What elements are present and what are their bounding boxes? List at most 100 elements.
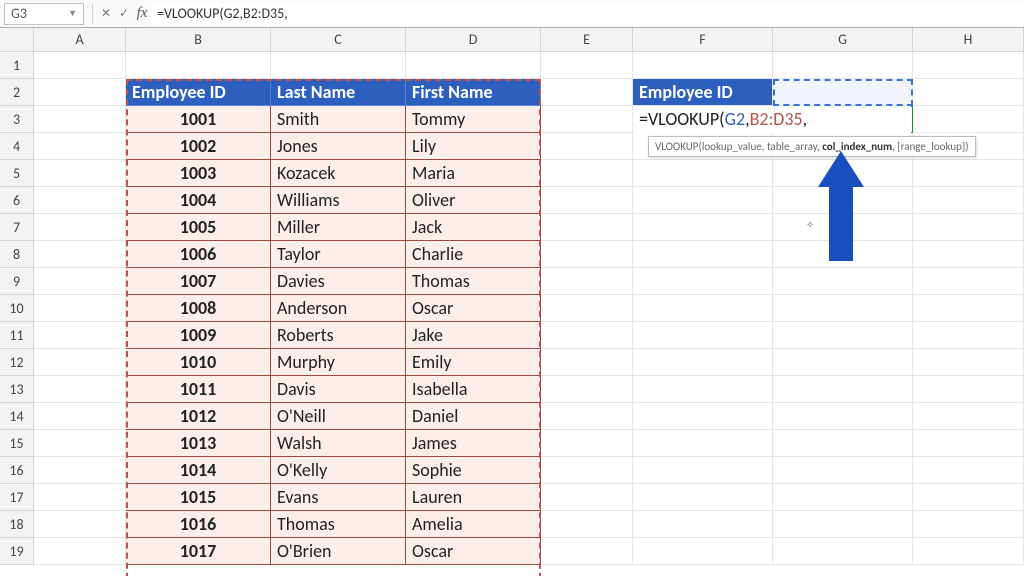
cell[interactable]: Roberts	[271, 322, 406, 349]
cell[interactable]	[34, 295, 126, 322]
cell[interactable]: James	[406, 430, 541, 457]
cell[interactable]: 1007	[126, 268, 271, 295]
cell[interactable]: Thomas	[271, 511, 406, 538]
cell[interactable]	[34, 322, 126, 349]
cell[interactable]	[541, 511, 633, 538]
cell[interactable]	[34, 484, 126, 511]
cell[interactable]	[913, 349, 1024, 376]
cell[interactable]	[913, 214, 1024, 241]
cell[interactable]	[541, 268, 633, 295]
cell[interactable]	[541, 241, 633, 268]
cell[interactable]	[34, 268, 126, 295]
col-header-g[interactable]: G	[773, 28, 913, 52]
cell[interactable]	[913, 106, 1024, 133]
cell[interactable]	[541, 295, 633, 322]
fx-icon[interactable]: fx	[133, 5, 151, 22]
cell[interactable]	[406, 52, 541, 79]
cell[interactable]	[773, 268, 913, 295]
cell[interactable]	[541, 160, 633, 187]
cell[interactable]	[633, 457, 773, 484]
cell[interactable]	[541, 187, 633, 214]
cell[interactable]: Miller	[271, 214, 406, 241]
row-header[interactable]: 1	[0, 52, 34, 79]
col-header-c[interactable]: C	[271, 28, 406, 52]
cell[interactable]: 1011	[126, 376, 271, 403]
cell[interactable]: Taylor	[271, 241, 406, 268]
cell[interactable]	[633, 403, 773, 430]
cell[interactable]	[633, 187, 773, 214]
cell[interactable]: 1002	[126, 133, 271, 160]
row-header[interactable]: 13	[0, 376, 34, 403]
cell[interactable]	[913, 295, 1024, 322]
cancel-icon[interactable]: ✕	[97, 6, 115, 21]
worksheet[interactable]: A B C D E F G H 12Employee IDLast NameFi…	[0, 28, 1024, 565]
cell[interactable]	[541, 106, 633, 133]
cell[interactable]	[633, 52, 773, 79]
cell[interactable]	[633, 214, 773, 241]
cell[interactable]: 1004	[126, 187, 271, 214]
cell[interactable]	[633, 430, 773, 457]
cell[interactable]: Maria	[406, 160, 541, 187]
cell[interactable]	[773, 322, 913, 349]
cell[interactable]	[541, 133, 633, 160]
cell[interactable]	[541, 79, 633, 106]
cell[interactable]	[633, 511, 773, 538]
name-box[interactable]: G3 ▼	[4, 3, 84, 25]
cell[interactable]	[773, 403, 913, 430]
cell[interactable]	[773, 349, 913, 376]
row-header[interactable]: 11	[0, 322, 34, 349]
cell[interactable]: Lauren	[406, 484, 541, 511]
cell[interactable]: Employee ID	[126, 79, 271, 106]
cell[interactable]: Murphy	[271, 349, 406, 376]
cell[interactable]	[913, 52, 1024, 79]
cell[interactable]	[34, 241, 126, 268]
cell[interactable]	[633, 160, 773, 187]
cell[interactable]	[126, 52, 271, 79]
row-header[interactable]: 17	[0, 484, 34, 511]
cell[interactable]	[773, 160, 913, 187]
cell[interactable]: Sophie	[406, 457, 541, 484]
cell[interactable]	[34, 214, 126, 241]
cell[interactable]	[34, 187, 126, 214]
cell[interactable]	[541, 484, 633, 511]
cell[interactable]	[34, 538, 126, 565]
cell[interactable]	[541, 214, 633, 241]
row-header[interactable]: 8	[0, 241, 34, 268]
cell[interactable]	[913, 538, 1024, 565]
cell[interactable]: Thomas	[406, 268, 541, 295]
row-header[interactable]: 15	[0, 430, 34, 457]
row-header[interactable]: 6	[0, 187, 34, 214]
cell[interactable]: Oscar	[406, 295, 541, 322]
cell[interactable]: 1012	[126, 403, 271, 430]
row-header[interactable]: 18	[0, 511, 34, 538]
cell[interactable]	[34, 106, 126, 133]
cell[interactable]: Williams	[271, 187, 406, 214]
cell[interactable]	[541, 430, 633, 457]
col-header-a[interactable]: A	[34, 28, 126, 52]
cell[interactable]	[773, 187, 913, 214]
cell[interactable]: 1016	[126, 511, 271, 538]
cell[interactable]: 1013	[126, 430, 271, 457]
cell[interactable]	[541, 322, 633, 349]
cell[interactable]	[541, 349, 633, 376]
cell[interactable]: Isabella	[406, 376, 541, 403]
cell[interactable]: O'Brien	[271, 538, 406, 565]
cell[interactable]	[913, 484, 1024, 511]
cell[interactable]	[633, 376, 773, 403]
cell[interactable]: 1003	[126, 160, 271, 187]
cell[interactable]	[913, 457, 1024, 484]
row-header[interactable]: 4	[0, 133, 34, 160]
cell[interactable]	[633, 349, 773, 376]
cell[interactable]: O'Kelly	[271, 457, 406, 484]
cell[interactable]: Oscar	[406, 538, 541, 565]
cell[interactable]: 1001	[126, 106, 271, 133]
cell[interactable]: 1006	[126, 241, 271, 268]
cell[interactable]	[773, 430, 913, 457]
cell[interactable]	[773, 511, 913, 538]
cell[interactable]	[34, 160, 126, 187]
cell[interactable]	[34, 511, 126, 538]
cell[interactable]	[913, 322, 1024, 349]
cell[interactable]: First Name	[406, 79, 541, 106]
cell[interactable]: Davis	[271, 376, 406, 403]
cell[interactable]: O'Neill	[271, 403, 406, 430]
